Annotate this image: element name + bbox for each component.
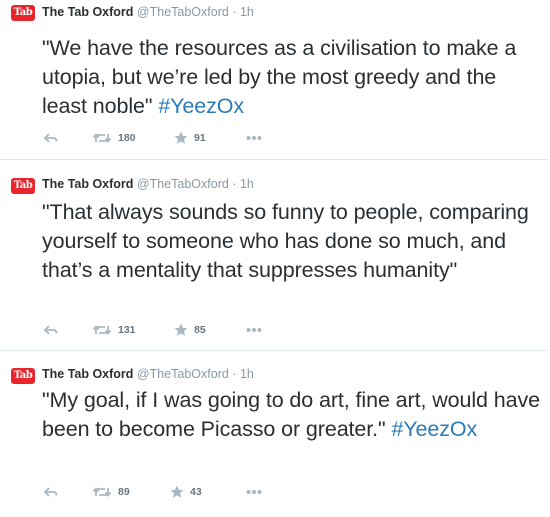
- tweet-feed: Tab The Tab Oxford @TheTabOxford · 1h "W…: [0, 0, 550, 517]
- more-icon: [246, 489, 262, 495]
- author-handle[interactable]: @TheTabOxford: [137, 5, 229, 19]
- favorite-count: 85: [194, 324, 206, 336]
- retweet-icon: [92, 486, 112, 498]
- retweet-count: 131: [118, 324, 136, 336]
- tweet-header: The Tab Oxford @TheTabOxford · 1h: [42, 365, 254, 383]
- favorite-button[interactable]: 85: [174, 322, 206, 338]
- tweet-body: "We have the resources as a civilisation…: [42, 36, 517, 118]
- timestamp[interactable]: 1h: [240, 177, 254, 191]
- reply-button[interactable]: [44, 130, 58, 146]
- avatar[interactable]: Tab: [11, 5, 35, 21]
- retweet-count: 89: [118, 486, 130, 498]
- avatar[interactable]: Tab: [11, 178, 35, 194]
- reply-icon: [44, 132, 58, 144]
- hashtag-link[interactable]: #YeezOx: [158, 94, 244, 118]
- favorite-count: 43: [190, 486, 202, 498]
- more-button[interactable]: [246, 130, 262, 146]
- star-icon: [174, 131, 188, 145]
- author-name[interactable]: The Tab Oxford: [42, 367, 133, 381]
- author-name[interactable]: The Tab Oxford: [42, 5, 133, 19]
- favorite-button[interactable]: 91: [174, 130, 206, 146]
- avatar[interactable]: Tab: [11, 368, 35, 384]
- tweet-text: "That always sounds so funny to people, …: [42, 198, 542, 285]
- favorite-count: 91: [194, 132, 206, 144]
- more-button[interactable]: [246, 322, 262, 338]
- tweet-text: "We have the resources as a civilisation…: [42, 34, 542, 121]
- reply-button[interactable]: [44, 322, 58, 338]
- tweet-body: "That always sounds so funny to people, …: [42, 200, 529, 282]
- retweet-count: 180: [118, 132, 136, 144]
- retweet-button[interactable]: 131: [92, 322, 136, 338]
- tweet-header: The Tab Oxford @TheTabOxford · 1h: [42, 3, 254, 21]
- more-icon: [246, 135, 262, 141]
- tweet-text: "My goal, if I was going to do art, fine…: [42, 386, 542, 444]
- tweet[interactable]: Tab The Tab Oxford @TheTabOxford · 1h "M…: [0, 351, 548, 517]
- retweet-button[interactable]: 180: [92, 130, 136, 146]
- author-handle[interactable]: @TheTabOxford: [137, 367, 229, 381]
- timestamp[interactable]: 1h: [240, 5, 254, 19]
- reply-icon: [44, 324, 58, 336]
- reply-icon: [44, 486, 58, 498]
- hashtag-link[interactable]: #YeezOx: [391, 417, 477, 441]
- star-icon: [174, 323, 188, 337]
- retweet-button[interactable]: 89: [92, 484, 130, 500]
- tweet[interactable]: Tab The Tab Oxford @TheTabOxford · 1h "T…: [0, 160, 548, 351]
- tweet-header: The Tab Oxford @TheTabOxford · 1h: [42, 175, 254, 193]
- reply-button[interactable]: [44, 484, 58, 500]
- retweet-icon: [92, 132, 112, 144]
- tweet[interactable]: Tab The Tab Oxford @TheTabOxford · 1h "W…: [0, 0, 548, 160]
- retweet-icon: [92, 324, 112, 336]
- author-handle[interactable]: @TheTabOxford: [137, 177, 229, 191]
- separator: ·: [232, 5, 237, 19]
- favorite-button[interactable]: 43: [170, 484, 202, 500]
- author-name[interactable]: The Tab Oxford: [42, 177, 133, 191]
- timestamp[interactable]: 1h: [240, 367, 254, 381]
- star-icon: [170, 485, 184, 499]
- separator: ·: [232, 367, 237, 381]
- more-icon: [246, 327, 262, 333]
- more-button[interactable]: [246, 484, 262, 500]
- separator: ·: [232, 177, 237, 191]
